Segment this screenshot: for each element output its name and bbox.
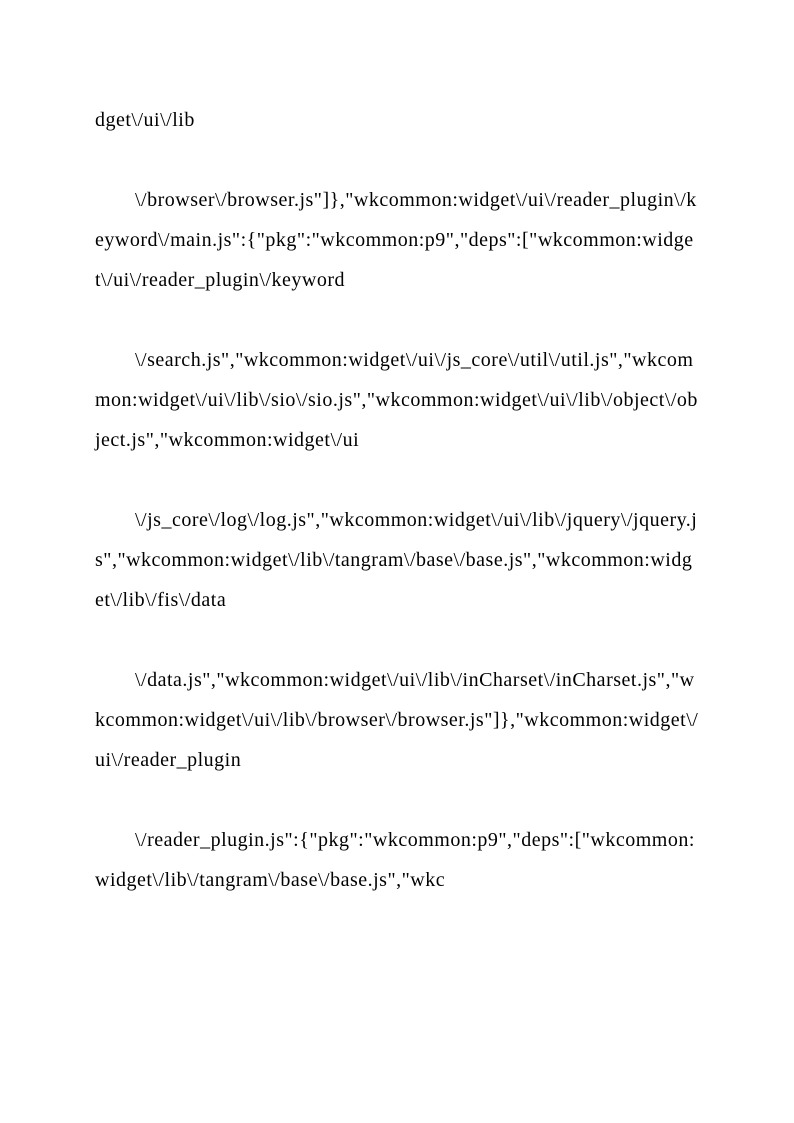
paragraph-2: \/browser\/browser.js"]},"wkcommon:widge… xyxy=(95,180,699,300)
document-page: dget\/ui\/lib \/browser\/browser.js"]},"… xyxy=(0,0,794,1000)
paragraph-1: dget\/ui\/lib xyxy=(95,100,699,140)
paragraph-3: \/search.js","wkcommon:widget\/ui\/js_co… xyxy=(95,340,699,460)
paragraph-4: \/js_core\/log\/log.js","wkcommon:widget… xyxy=(95,500,699,620)
paragraph-6: \/reader_plugin.js":{"pkg":"wkcommon:p9"… xyxy=(95,820,699,900)
paragraph-5: \/data.js","wkcommon:widget\/ui\/lib\/in… xyxy=(95,660,699,780)
